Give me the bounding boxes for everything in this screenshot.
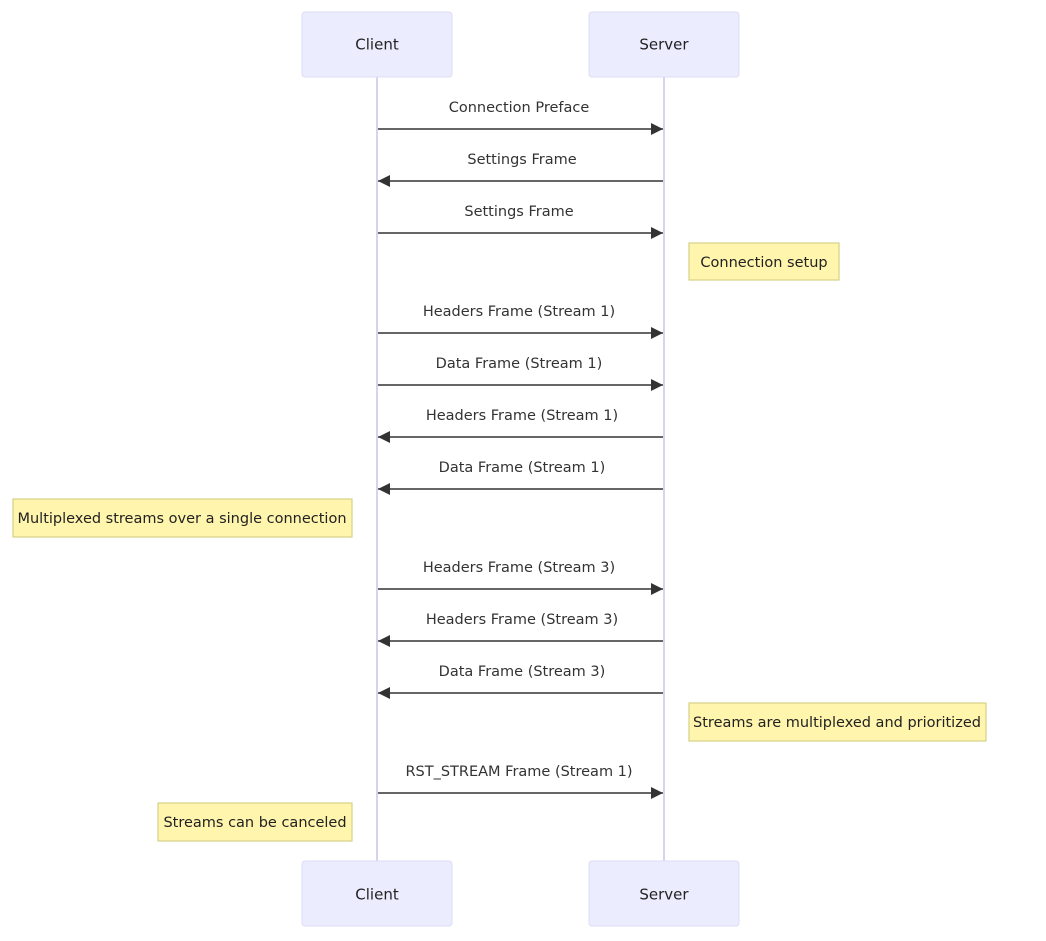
note-label: Connection setup: [700, 255, 827, 271]
actor-client-top[interactable]: Client: [301, 11, 453, 78]
message: Data Frame (Stream 1): [378, 460, 663, 495]
message: Headers Frame (Stream 3): [378, 612, 663, 647]
actor-server-bottom[interactable]: Server: [588, 860, 740, 927]
message: Settings Frame: [378, 152, 663, 187]
message: RST_STREAM Frame (Stream 1): [378, 764, 663, 799]
message: Data Frame (Stream 3): [378, 664, 663, 699]
message-label: Settings Frame: [464, 204, 573, 220]
message-label: Headers Frame (Stream 1): [426, 408, 618, 424]
note: Streams can be canceled: [157, 802, 353, 842]
note-label: Streams can be canceled: [163, 815, 346, 831]
message-label: Data Frame (Stream 1): [439, 460, 606, 476]
message: Connection Preface: [378, 100, 663, 135]
message-label: Headers Frame (Stream 3): [423, 560, 615, 576]
note: Connection setup: [688, 242, 840, 281]
message: Headers Frame (Stream 1): [378, 304, 663, 339]
message: Settings Frame: [378, 204, 663, 239]
message: Headers Frame (Stream 3): [378, 560, 663, 595]
message-label: Headers Frame (Stream 1): [423, 304, 615, 320]
message-label: Data Frame (Stream 3): [439, 664, 606, 680]
actor-label: Server: [639, 36, 689, 54]
message-label: Settings Frame: [467, 152, 576, 168]
actor-client-bottom[interactable]: Client: [301, 860, 453, 927]
message-label: Headers Frame (Stream 3): [426, 612, 618, 628]
message-label: Connection Preface: [449, 100, 590, 116]
actor-label: Server: [639, 886, 689, 904]
note-label: Streams are multiplexed and prioritized: [693, 715, 981, 731]
note-label: Multiplexed streams over a single connec…: [17, 511, 346, 527]
actor-label: Client: [355, 36, 399, 54]
message-label: Data Frame (Stream 1): [436, 356, 603, 372]
message: Headers Frame (Stream 1): [378, 408, 663, 443]
note: Multiplexed streams over a single connec…: [12, 498, 353, 538]
actor-label: Client: [355, 886, 399, 904]
steps: Connection Preface Settings Frame Settin…: [12, 100, 987, 842]
sequence-diagram: Client Server Connection Preface Setting…: [12, 11, 987, 927]
message: Data Frame (Stream 1): [378, 356, 663, 391]
actor-server-top[interactable]: Server: [588, 11, 740, 78]
message-label: RST_STREAM Frame (Stream 1): [405, 764, 632, 780]
note: Streams are multiplexed and prioritized: [688, 702, 987, 742]
